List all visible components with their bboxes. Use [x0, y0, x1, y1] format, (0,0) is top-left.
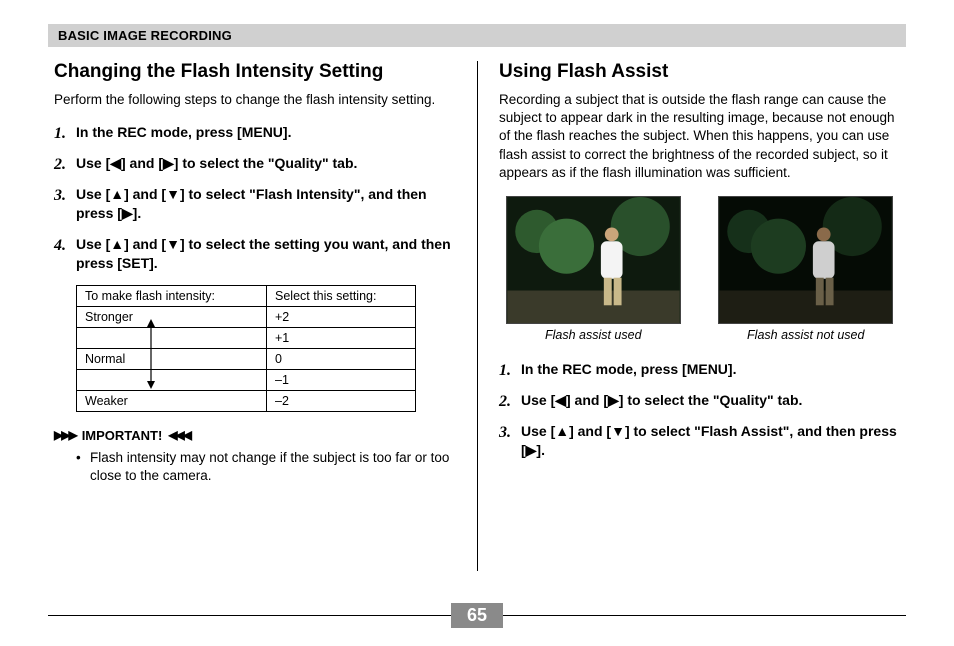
table-row: Weaker–2 [77, 390, 416, 411]
flash-intensity-table: To make flash intensity: Select this set… [76, 285, 416, 412]
table-cell: 0 [267, 348, 416, 369]
backward-markers-icon: ◀◀◀ [168, 428, 190, 442]
section-header: BASIC IMAGE RECORDING [48, 24, 906, 47]
table-cell: Stronger [77, 306, 267, 327]
two-column-layout: Changing the Flash Intensity Setting Per… [48, 61, 906, 571]
important-note: Flash intensity may not change if the su… [54, 449, 459, 485]
left-column: Changing the Flash Intensity Setting Per… [48, 61, 477, 571]
figure-caption: Flash assist not used [712, 328, 901, 342]
step-item: Use [▲] and [▼] to select "Flash Intensi… [54, 185, 459, 223]
double-arrow-icon [146, 311, 156, 397]
right-steps: In the REC mode, press [MENU]. Use [◀] a… [499, 360, 900, 460]
figure-flash-assist-not-used: Flash assist not used [712, 196, 901, 342]
step-item: Use [◀] and [▶] to select the "Quality" … [54, 154, 459, 173]
footer-rule [503, 615, 906, 616]
sample-photo-dark [718, 196, 893, 324]
table-cell: Normal [77, 348, 267, 369]
right-column: Using Flash Assist Recording a subject t… [477, 61, 906, 571]
table-cell: +1 [267, 327, 416, 348]
important-label: IMPORTANT! [82, 428, 163, 443]
table-row: +1 [77, 327, 416, 348]
table-row: –1 [77, 369, 416, 390]
page-footer: 65 [48, 603, 906, 628]
right-title: Using Flash Assist [499, 61, 900, 83]
step-item: Use [▲] and [▼] to select the setting yo… [54, 235, 459, 273]
step-item: Use [▲] and [▼] to select "Flash Assist"… [499, 422, 900, 460]
table-cell: –2 [267, 390, 416, 411]
table-cell [77, 369, 267, 390]
table-row: Stronger+2 [77, 306, 416, 327]
sample-photo-bright [506, 196, 681, 324]
step-item: In the REC mode, press [MENU]. [499, 360, 900, 379]
right-intro: Recording a subject that is outside the … [499, 91, 900, 182]
step-item: Use [◀] and [▶] to select the "Quality" … [499, 391, 900, 410]
page-number: 65 [451, 603, 503, 628]
column-separator [477, 61, 478, 571]
table-header: To make flash intensity: [77, 285, 267, 306]
forward-markers-icon: ▶▶▶ [54, 428, 76, 442]
table-cell [77, 327, 267, 348]
manual-page: BASIC IMAGE RECORDING Changing the Flash… [0, 0, 954, 646]
table-cell: +2 [267, 306, 416, 327]
left-title: Changing the Flash Intensity Setting [54, 61, 459, 83]
figure-caption: Flash assist used [499, 328, 688, 342]
left-intro: Perform the following steps to change th… [54, 91, 459, 109]
table-cell: –1 [267, 369, 416, 390]
table-header: Select this setting: [267, 285, 416, 306]
table-cell: Weaker [77, 390, 267, 411]
step-item: In the REC mode, press [MENU]. [54, 123, 459, 142]
footer-rule [48, 615, 451, 616]
left-steps: In the REC mode, press [MENU]. Use [◀] a… [54, 123, 459, 272]
important-heading: ▶▶▶ IMPORTANT! ◀◀◀ [54, 428, 459, 443]
table-row: Normal 0 [77, 348, 416, 369]
figure-flash-assist-used: Flash assist used [499, 196, 688, 342]
figure-gallery: Flash assist used [499, 196, 900, 342]
